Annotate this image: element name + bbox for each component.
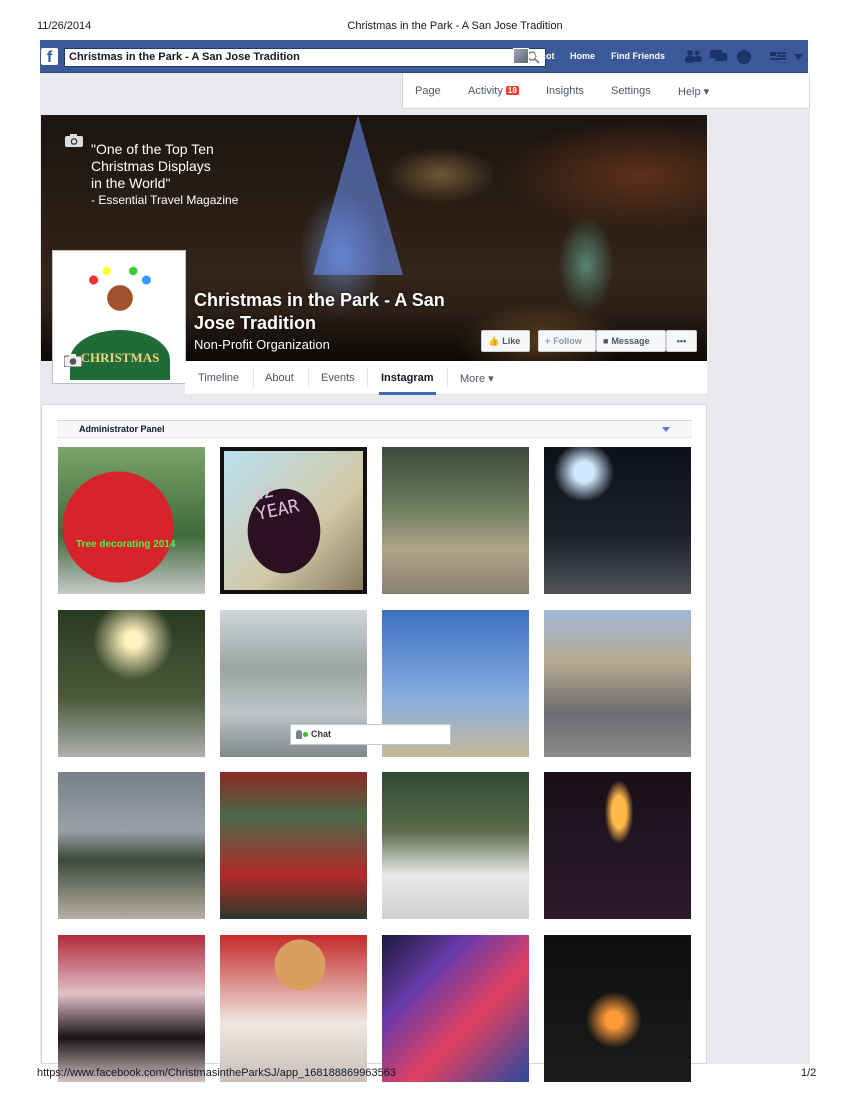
photo-tile[interactable] <box>544 447 691 594</box>
settings-icon[interactable] <box>794 54 803 60</box>
more-actions-button[interactable]: ••• <box>666 330 697 352</box>
topbar-icons <box>684 49 752 65</box>
facebook-logo-icon[interactable]: f <box>41 48 58 65</box>
messages-icon[interactable] <box>710 49 728 63</box>
tab-about[interactable]: About <box>265 372 294 384</box>
tab-insights[interactable]: Insights <box>546 85 584 97</box>
tab-timeline[interactable]: Timeline <box>198 372 239 384</box>
photo-caption: Tree decorating 2014 <box>76 539 176 550</box>
camera-icon[interactable] <box>65 134 83 147</box>
cover-quote: "One of the Top Ten Christmas Displays i… <box>91 141 238 209</box>
photo-caption: 12 YEAR <box>250 480 302 526</box>
photo-tile[interactable] <box>544 772 691 919</box>
find-friends-link[interactable]: Find Friends <box>611 51 665 61</box>
chevron-down-icon[interactable] <box>662 427 670 432</box>
tab-activity[interactable]: Activity 18 <box>468 85 519 97</box>
quote-line: "One of the Top Ten <box>91 141 214 157</box>
photo-tile[interactable] <box>58 772 205 919</box>
notifications-icon[interactable] <box>736 49 752 65</box>
quote-line: Christmas Displays <box>91 158 211 174</box>
tab-more[interactable]: More ▾ <box>460 372 494 385</box>
header-gutter <box>40 73 402 109</box>
admin-tab-bar: Page Activity 18 Insights Settings Help … <box>402 73 810 109</box>
photo-tile[interactable] <box>58 935 205 1082</box>
user-avatar[interactable] <box>513 48 529 64</box>
photo-tile[interactable] <box>544 935 691 1082</box>
photo-tile[interactable] <box>544 610 691 757</box>
chat-bar[interactable]: Chat <box>290 724 451 745</box>
activity-count-badge: 18 <box>505 86 519 95</box>
photo-tile[interactable]: Tree decorating 2014 <box>58 447 205 594</box>
privacy-icon[interactable] <box>770 52 786 62</box>
page-title: Christmas in the Park - A San Jose Tradi… <box>194 290 445 333</box>
plus-icon: + <box>545 336 551 346</box>
message-button[interactable]: ■ Message <box>596 330 666 352</box>
page-tab-bar: Timeline About Events Instagram More ▾ <box>185 361 707 395</box>
print-url: https://www.facebook.com/ChristmasintheP… <box>37 1067 396 1079</box>
quote-attribution: - Essential Travel Magazine <box>91 193 239 207</box>
tab-activity-label: Activity <box>468 85 503 97</box>
logo-text: CHRISTMAS <box>80 350 160 365</box>
light-tree <box>313 115 403 275</box>
print-page-number: 1/2 <box>801 1067 817 1079</box>
home-link[interactable]: Home <box>570 51 595 61</box>
page-category: Non-Profit Organization <box>194 337 330 352</box>
facebook-top-bar: f Christmas in the Park - A San Jose Tra… <box>40 40 808 73</box>
administrator-panel-label: Administrator Panel <box>79 424 165 434</box>
print-title: Christmas in the Park - A San Jose Tradi… <box>347 20 563 32</box>
tab-settings[interactable]: Settings <box>611 85 651 97</box>
print-header: 11/26/2014 Christmas in the Park - A San… <box>0 20 850 34</box>
tab-instagram[interactable]: Instagram <box>381 372 434 384</box>
online-status-icon <box>303 732 308 737</box>
thumbs-up-icon: 👍 <box>488 336 500 346</box>
tab-page[interactable]: Page <box>415 85 441 97</box>
quote-line: in the World" <box>91 175 171 191</box>
photo-tile[interactable]: 12 YEAR <box>220 447 367 594</box>
photo-tile[interactable] <box>220 935 367 1082</box>
active-tab-indicator <box>379 392 436 395</box>
message-icon: ■ <box>603 336 609 346</box>
photo-tile[interactable] <box>220 772 367 919</box>
camera-icon[interactable] <box>64 354 82 367</box>
tab-events[interactable]: Events <box>321 372 355 384</box>
reindeer-illustration <box>76 262 164 322</box>
follow-button[interactable]: + Follow <box>538 330 596 352</box>
user-name-link[interactable]: Scot <box>535 51 555 61</box>
search-value: Christmas in the Park - A San Jose Tradi… <box>69 51 300 63</box>
administrator-panel[interactable]: Administrator Panel <box>57 420 692 438</box>
profile-picture[interactable]: CHRISTMAS <box>52 250 186 384</box>
photo-tile[interactable] <box>382 935 529 1082</box>
chat-label: Chat <box>311 729 331 739</box>
search-input[interactable]: Christmas in the Park - A San Jose Tradi… <box>64 48 546 67</box>
photo-tile[interactable] <box>382 447 529 594</box>
like-button[interactable]: 👍 Like <box>481 330 530 352</box>
photo-tile[interactable] <box>382 772 529 919</box>
tab-help[interactable]: Help ▾ <box>678 85 709 98</box>
person-icon <box>296 730 302 739</box>
photo-tile[interactable] <box>58 610 205 757</box>
friend-requests-icon[interactable] <box>684 49 702 63</box>
